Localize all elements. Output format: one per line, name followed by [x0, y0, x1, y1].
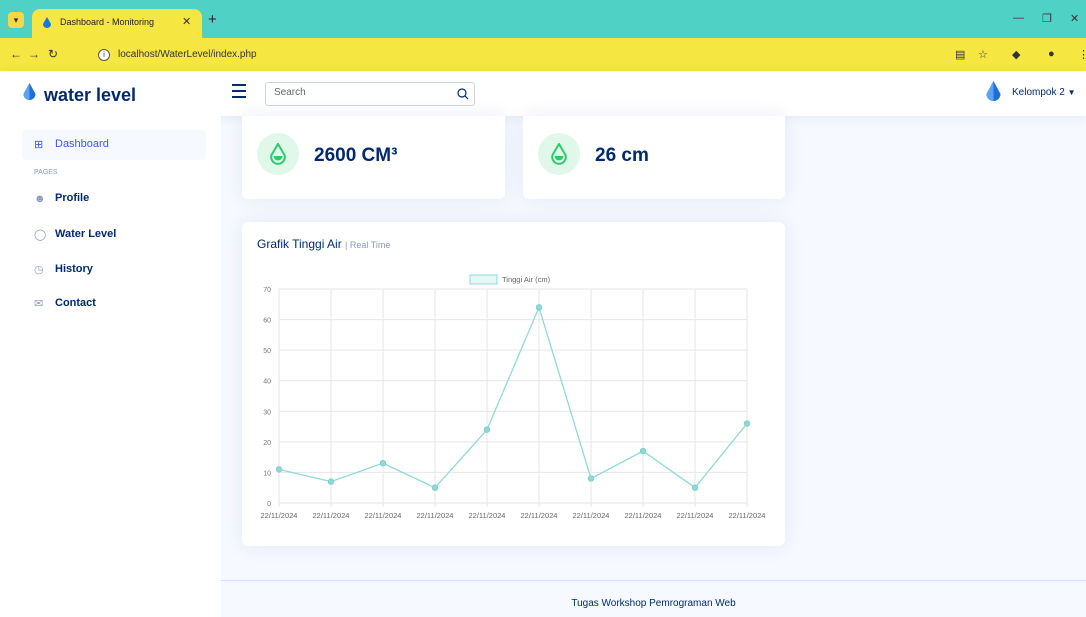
data-point [639, 447, 647, 455]
translate-icon[interactable]: ▤ [955, 48, 965, 61]
extensions-icon[interactable]: ◆ [1012, 48, 1020, 61]
chevron-down-icon: ▼ [1067, 88, 1076, 97]
data-point [431, 484, 439, 491]
series-line [278, 305, 748, 489]
x-tick-label: 22/11/2024 [313, 511, 350, 520]
y-tick-label: 0 [267, 501, 271, 508]
card-value: 2600 CM³ [314, 145, 398, 166]
x-tick-label: 22/11/2024 [469, 511, 506, 520]
person-icon: ☻ [34, 193, 46, 205]
forward-icon[interactable]: → [28, 47, 40, 61]
y-tick-label: 50 [263, 348, 271, 355]
data-point [535, 304, 543, 311]
y-tick-label: 10 [263, 470, 271, 477]
reload-icon[interactable]: ↻ [48, 47, 58, 61]
water-drop-icon: ◯ [34, 229, 47, 241]
clock-icon: ◷ [34, 264, 44, 276]
window-close-icon[interactable]: ✕ [1070, 12, 1079, 25]
legend-swatch [469, 274, 498, 285]
y-tick-label: 30 [263, 409, 271, 416]
volume-card: 2600 CM³ [242, 116, 505, 199]
url-text[interactable]: localhost/WaterLevel/index.php [118, 49, 257, 60]
x-tick-label: 22/11/2024 [677, 511, 714, 520]
data-point [327, 478, 335, 485]
avatar[interactable] [985, 81, 1002, 103]
user-name: Kelompok 2 [1012, 87, 1065, 98]
card-icon-circle [538, 133, 580, 175]
sidebar-item-label: Dashboard [55, 138, 109, 150]
sidebar-item-dashboard[interactable]: ⊞ Dashboard [22, 130, 206, 160]
sidebar-heading: PAGES [34, 169, 58, 176]
data-point [379, 460, 387, 467]
sidebar-item-label: Water Level [55, 228, 117, 240]
logo-drop-icon [23, 83, 36, 100]
y-tick-label: 70 [263, 287, 271, 294]
tab-search-button[interactable]: ▾ [8, 12, 24, 28]
back-icon[interactable]: ← [10, 47, 22, 61]
tab-title: Dashboard - Monitoring [60, 17, 155, 27]
sidebar-item-label: History [55, 263, 93, 275]
browser-toolbar: ← → ↻ i localhost/WaterLevel/index.php ▤… [0, 38, 1086, 71]
footer-text: Tugas Workshop Pemrograman Web [571, 598, 736, 609]
y-tick-label: 40 [263, 379, 271, 386]
hamburger-menu-icon[interactable] [232, 84, 246, 98]
search-bar [265, 82, 475, 106]
search-icon[interactable] [456, 87, 470, 101]
bookmark-star-icon[interactable]: ☆ [978, 48, 988, 61]
x-tick-label: 22/11/2024 [625, 511, 662, 520]
browser-tabstrip: ▾ Dashboard - Monitoring ✕ + — ❐ ✕ [0, 0, 1086, 38]
water-drop-icon [551, 143, 567, 165]
data-point [691, 484, 699, 491]
search-input[interactable] [274, 87, 454, 98]
sidebar-item-contact[interactable]: ✉ Contact [22, 289, 206, 319]
line-chart: 0 10 20 30 40 50 60 70 22/11/2024 22/11/2024 22/11… [261, 274, 766, 520]
sidebar-item-label: Contact [55, 297, 96, 309]
close-icon[interactable]: ✕ [182, 15, 191, 28]
sidebar-item-history[interactable]: ◷ History [22, 255, 206, 285]
x-tick-label: 22/11/2024 [521, 511, 558, 520]
card-value: 26 cm [595, 145, 649, 166]
site-info-icon[interactable]: i [98, 49, 110, 61]
height-card: 26 cm [523, 116, 785, 199]
data-point [275, 466, 283, 473]
grid-icon: ⊞ [34, 139, 44, 151]
envelope-icon: ✉ [34, 298, 44, 310]
restore-icon[interactable]: ❐ [1042, 12, 1052, 25]
water-drop-icon [270, 143, 286, 165]
x-tick-label: 22/11/2024 [365, 511, 402, 520]
x-tick-label: 22/11/2024 [261, 511, 298, 520]
new-tab-button[interactable]: + [208, 11, 217, 28]
data-point [483, 426, 491, 433]
user-menu[interactable]: Kelompok 2 ▼ [1012, 87, 1076, 98]
x-tick-label: 22/11/2024 [729, 511, 766, 520]
data-point [743, 420, 751, 427]
profile-icon[interactable]: ● [1048, 48, 1055, 60]
address-bar[interactable]: i localhost/WaterLevel/index.php [92, 44, 972, 66]
sidebar-item-label: Profile [55, 192, 90, 204]
legend-label: Tinggi Air (cm) [502, 275, 551, 284]
browser-tab[interactable]: Dashboard - Monitoring ✕ [32, 9, 202, 38]
data-point [587, 475, 595, 482]
water-drop-icon [43, 17, 51, 28]
chart-card: Grafik Tinggi Air | Real Time 0 10 20 30 40 5… [242, 222, 785, 546]
x-tick-label: 22/11/2024 [417, 511, 454, 520]
x-tick-label: 22/11/2024 [573, 511, 610, 520]
sidebar-item-profile[interactable]: ☻ Profile [22, 184, 206, 214]
footer: Tugas Workshop Pemrograman Web [221, 580, 1086, 617]
app-header: water level Kelompok 2 ▼ [0, 71, 1086, 116]
logo-text[interactable]: water level [44, 85, 136, 106]
y-tick-label: 60 [263, 318, 271, 325]
minimize-icon[interactable]: — [1013, 12, 1024, 24]
sidebar-item-water-level[interactable]: ◯ Water Level [22, 220, 206, 250]
card-icon-circle [257, 133, 299, 175]
y-tick-label: 20 [263, 440, 271, 447]
more-menu-icon[interactable]: ⋮ [1078, 48, 1086, 61]
